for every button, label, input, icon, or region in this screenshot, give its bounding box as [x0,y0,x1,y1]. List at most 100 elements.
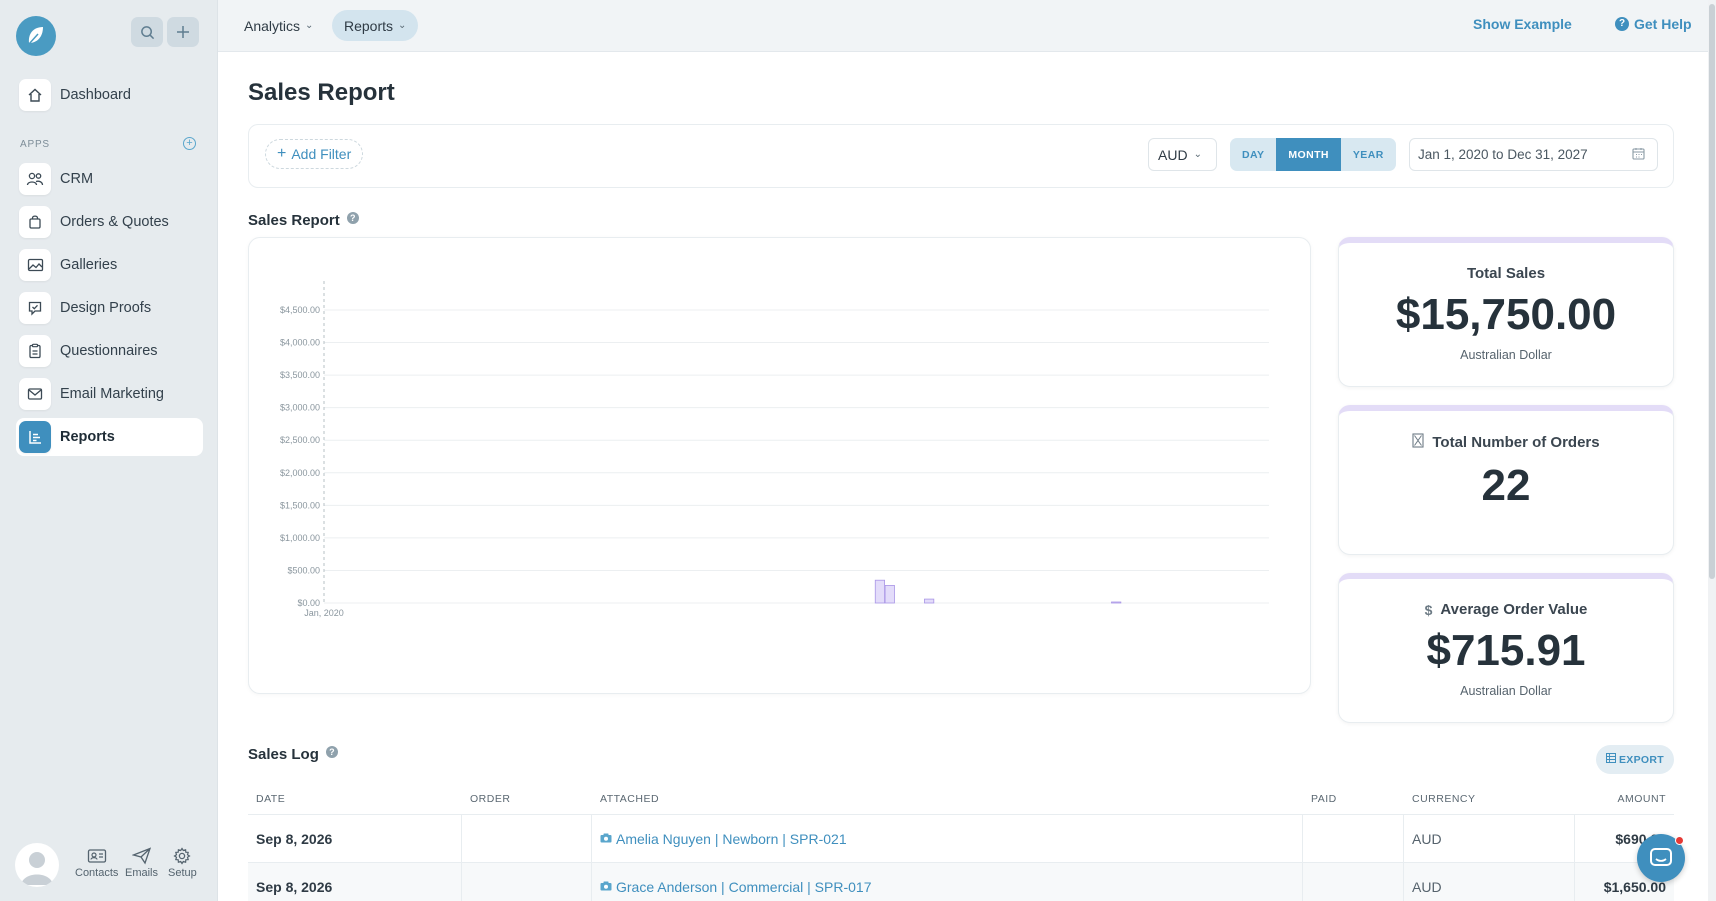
reports-menu[interactable]: Reports ⌄ [332,10,419,41]
users-icon [19,163,51,195]
currency-value: AUD [1158,146,1188,163]
hourglass-icon [1412,433,1424,451]
table-row[interactable]: Sep 8, 2026 Amelia Nguyen | Newborn | SP… [248,814,1674,862]
sidebar-item-crm[interactable]: CRM [16,160,203,198]
chart-bar [1111,601,1122,604]
add-app-icon[interactable]: + [183,137,196,150]
average-order-heading: $ Average Order Value [1339,601,1673,618]
sidebar-item-galleries[interactable]: Galleries [16,246,203,284]
attached-link[interactable]: Amelia Nguyen | Newborn | SPR-021 [616,831,847,847]
contacts-button[interactable]: Contacts [75,845,118,879]
column-header-paid[interactable]: PAID [1303,784,1404,814]
sidebar-item-design-proofs[interactable]: Design Proofs [16,289,203,327]
dollar-icon: $ [1424,601,1433,618]
attached-link[interactable]: Grace Anderson | Commercial | SPR-017 [616,879,872,895]
chevron-down-icon: ⌄ [398,20,407,31]
sidebar-item-label: CRM [60,171,94,187]
apps-section-label: APPS [20,139,50,150]
gallery-icon [19,249,51,281]
date-range-value: Jan 1, 2020 to Dec 31, 2027 [1418,147,1588,162]
chevron-down-icon: ⌄ [1193,149,1202,160]
row-paid [1303,863,1404,901]
sales-log-label: Sales Log [248,746,319,763]
help-icon[interactable]: ? [325,745,338,758]
table-row[interactable]: Sep 8, 2026 Grace Anderson | Commercial … [248,862,1674,901]
plus-icon: + [277,145,287,162]
filter-bar: + Add Filter AUD ⌄ DAY MONTH YEAR Jan 1,… [248,124,1674,188]
chart-bar [874,579,886,604]
sidebar-item-questionnaires[interactable]: Questionnaires [16,332,203,370]
proof-icon [19,292,51,324]
average-order-value: $715.91 [1426,626,1586,675]
shopping-bag-icon [19,206,51,238]
sales-log-title: Sales Log ? [248,745,338,763]
sales-log-table: DATE ORDER ATTACHED PAID CURRENCY AMOUNT… [248,784,1674,901]
calendar-icon [1632,147,1645,163]
sidebar-item-reports[interactable]: Reports [16,418,203,456]
sidebar-item-dashboard[interactable]: Dashboard [16,76,203,114]
get-help-label: Get Help [1634,16,1692,32]
add-filter-button[interactable]: + Add Filter [265,139,364,169]
sales-chart-card: $0.00 $500.00 $1,000.00 $1,500.00 $2,000.00 $… [248,237,1311,694]
chart-bar [924,598,935,604]
contacts-label: Contacts [75,867,119,879]
y-tick-label: $1,000.00 [280,533,320,543]
table-icon [1606,753,1616,766]
column-header-amount[interactable]: AMOUNT [1575,784,1674,814]
report-icon [19,421,51,453]
sidebar-item-label: Galleries [60,257,118,273]
help-icon[interactable]: ? [346,211,359,224]
total-orders-card: Total Number of Orders 22 [1338,405,1674,555]
sidebar-item-label: Questionnaires [60,343,158,359]
period-year-button[interactable]: YEAR [1341,138,1396,171]
scrollbar-thumb[interactable] [1709,4,1715,579]
row-currency: AUD [1404,863,1575,901]
row-order [462,815,592,862]
avatar[interactable] [15,843,59,887]
period-day-button[interactable]: DAY [1230,138,1276,171]
y-tick-label: $1,500.00 [280,500,320,510]
column-header-date[interactable]: DATE [248,784,462,814]
chart-section-label: Sales Report [248,212,340,229]
app-logo[interactable] [16,16,56,56]
date-range-input[interactable]: Jan 1, 2020 to Dec 31, 2027 [1409,138,1658,171]
setup-button[interactable]: Setup [168,845,197,879]
total-orders-value: 22 [1481,461,1531,510]
emails-button[interactable]: Emails [125,845,158,879]
sidebar-item-label: Email Marketing [60,386,164,402]
analytics-menu[interactable]: Analytics ⌄ [232,10,325,41]
column-header-order[interactable]: ORDER [462,784,592,814]
export-button[interactable]: EXPORT [1596,745,1674,774]
search-button[interactable] [131,17,163,47]
create-button[interactable] [167,17,199,47]
sidebar: Dashboard APPS + CRM Orders & Quotes Gal… [0,0,218,901]
paper-plane-icon [125,845,158,867]
column-header-attached[interactable]: ATTACHED [592,784,1303,814]
row-attached[interactable]: Amelia Nguyen | Newborn | SPR-021 [592,815,1303,862]
sidebar-item-orders-quotes[interactable]: Orders & Quotes [16,203,203,241]
total-sales-currency: Australian Dollar [1460,348,1552,362]
export-label: EXPORT [1619,753,1664,766]
total-sales-label: Total Sales [1466,265,1546,282]
plus-icon [177,26,189,38]
get-help-link[interactable]: ? Get Help [1615,16,1692,32]
show-example-link[interactable]: Show Example [1473,16,1572,32]
period-month-button[interactable]: MONTH [1276,138,1341,171]
chat-icon [1650,848,1672,866]
total-orders-label: Total Number of Orders [1432,433,1600,451]
add-filter-label: Add Filter [291,146,352,162]
search-icon [140,25,154,39]
row-attached[interactable]: Grace Anderson | Commercial | SPR-017 [592,863,1303,901]
notification-dot [1675,836,1684,845]
y-tick-label: $2,500.00 [280,435,320,445]
clipboard-icon [19,335,51,367]
emails-label: Emails [125,867,159,879]
column-header-currency[interactable]: CURRENCY [1404,784,1575,814]
sales-chart: $0.00 $500.00 $1,000.00 $1,500.00 $2,000.00 $… [280,281,1269,618]
y-tick-label: $4,000.00 [280,338,320,348]
sidebar-item-email-marketing[interactable]: Email Marketing [16,375,203,413]
currency-select[interactable]: AUD ⌄ [1148,138,1217,171]
row-paid [1303,815,1404,862]
mail-icon [19,378,51,410]
page-scrollbar[interactable] [1708,0,1716,901]
